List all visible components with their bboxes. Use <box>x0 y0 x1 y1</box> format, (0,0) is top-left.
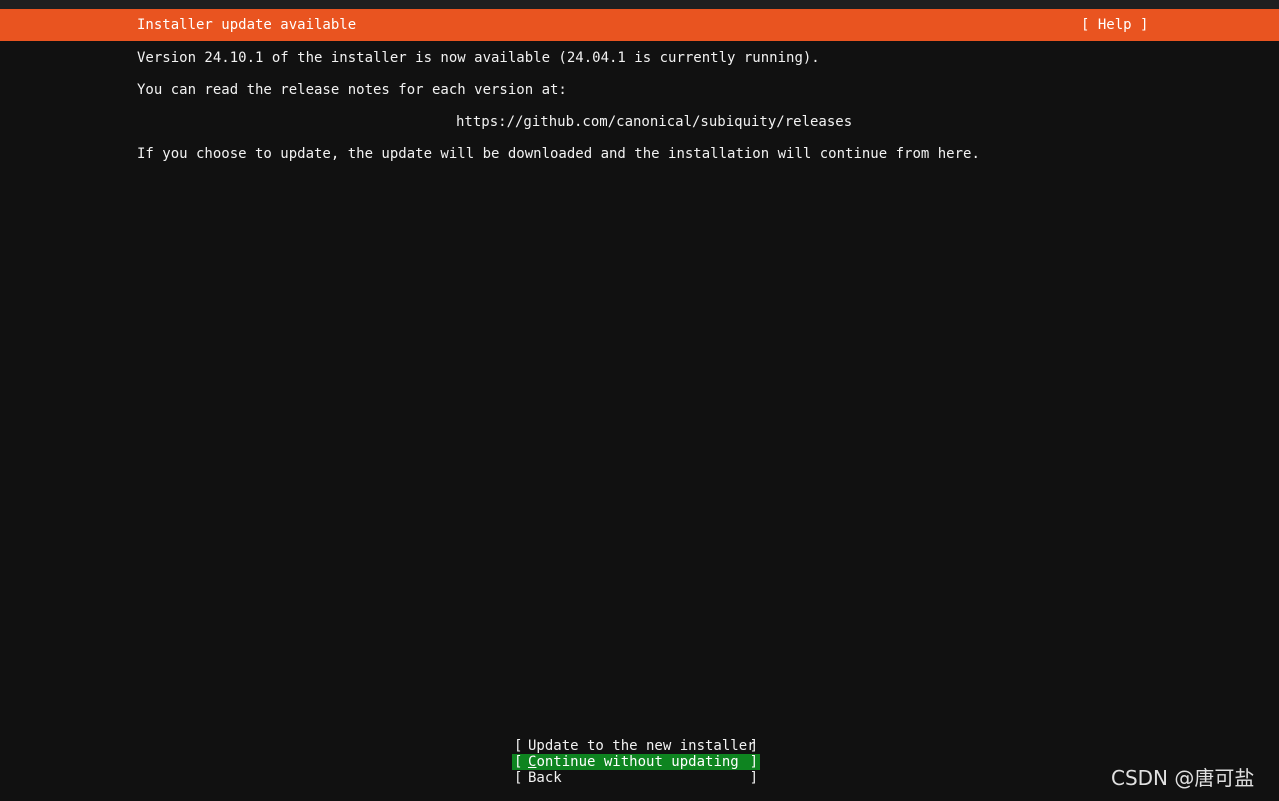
window-top-strip <box>0 0 1279 9</box>
update-explanation: If you choose to update, the update will… <box>137 146 980 162</box>
release-notes-url: https://github.com/canonical/subiquity/r… <box>456 114 853 130</box>
version-message: Version 24.10.1 of the installer is now … <box>137 50 820 66</box>
update-installer-button[interactable]: [ Update to the new installer ] <box>512 738 760 754</box>
watermark: CSDN @唐可盐 <box>1111 766 1255 790</box>
page-title: Installer update available <box>137 17 357 33</box>
back-button[interactable]: [ Back ] <box>512 770 760 786</box>
continue-label: Continue without updating <box>528 754 739 770</box>
help-button[interactable]: [ Help ] <box>1081 17 1148 33</box>
update-installer-label: Update to the new installer <box>528 738 756 754</box>
button-group: [ Update to the new installer ] [ Contin… <box>512 738 760 786</box>
back-label: Back <box>528 770 562 786</box>
release-notes-message: You can read the release notes for each … <box>137 82 567 98</box>
continue-without-updating-button[interactable]: [ Continue without updating ] <box>512 754 760 770</box>
header-bar: Installer update available [ Help ] <box>0 9 1279 41</box>
